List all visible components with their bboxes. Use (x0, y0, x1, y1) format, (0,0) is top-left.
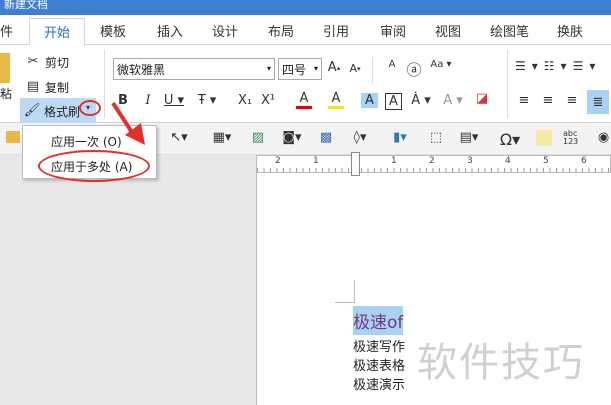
highlight-icon[interactable]: A (328, 91, 344, 109)
table-icon[interactable]: ▦▾ (210, 130, 234, 145)
annotation-arrow (111, 101, 145, 145)
tab-view[interactable]: 视图 (435, 21, 461, 40)
copy-icon: ▤ (26, 78, 40, 94)
horizontal-ruler[interactable]: 2 1 1 2 3 4 5 6 (256, 152, 611, 176)
char-scale-icon[interactable]: Aa ▾ (430, 59, 452, 70)
tab-review[interactable]: 审阅 (380, 21, 406, 40)
brush-icon: 🖌 (23, 102, 41, 118)
tab-template[interactable]: 模板 (100, 21, 126, 40)
cut-button[interactable]: 剪切 (45, 54, 69, 71)
ribbon-tabs: 件 开始 模板 插入 设计 布局 引用 审阅 视图 绘图笔 换肤 (0, 15, 611, 46)
paste-button[interactable]: 粘 (0, 85, 12, 102)
media-icon[interactable]: ▩ (318, 130, 334, 145)
ribbon: 粘 ✂ 剪切 ▤ 复制 🖌 格式刷 ▾ 微软雅黑 ▾ 四号 ▾ A ▴ A ▾ A ⓐ … (0, 45, 611, 123)
document-heading: 极速of (353, 306, 404, 335)
enclose-char-icon[interactable]: ⓐ (405, 59, 423, 80)
font-color-icon[interactable]: A (296, 91, 312, 109)
document-page[interactable]: 极速of 极速写作 极速表格 极速演示 软件技巧 (256, 162, 611, 405)
screenshot-icon[interactable]: ◙▾ (280, 130, 304, 145)
char-shading-icon[interactable]: A (361, 93, 378, 108)
doc-line: 极速演示 (353, 378, 406, 393)
align-center-icon[interactable]: ≡ (540, 93, 556, 108)
watermark: 软件技巧 (417, 340, 585, 386)
align-left-icon[interactable]: ≡ (516, 93, 532, 108)
tab-layout[interactable]: 布局 (268, 21, 294, 40)
subscript-icon[interactable]: X₁ (236, 93, 254, 108)
window-title: 新建文档 (4, 0, 48, 11)
tab-references[interactable]: 引用 (323, 21, 349, 40)
font-size-value: 四号 (282, 63, 307, 77)
font-size-select[interactable]: 四号 ▾ (278, 58, 322, 80)
doc-line: 极速表格 (353, 359, 406, 374)
underline-icon[interactable]: U ▾ (163, 93, 185, 108)
indent-marker[interactable] (351, 152, 360, 176)
tab-home[interactable]: 开始 (29, 18, 86, 46)
note-icon[interactable] (536, 130, 552, 146)
number-icon[interactable]: abc 123 (563, 130, 583, 146)
text-effect-icon[interactable]: A ▾ (441, 93, 465, 108)
select-icon[interactable]: ⬚ (428, 130, 444, 145)
shapes-icon[interactable]: ◊▾ (347, 130, 373, 145)
textbox-icon[interactable]: ▤▾ (457, 130, 481, 145)
format-painter-label: 格式刷 (44, 105, 81, 119)
tab-drawing-pen[interactable]: 绘图笔 (490, 21, 529, 40)
document-lines: 极速写作 极速表格 极速演示 (353, 338, 405, 395)
font-name-select[interactable]: 微软雅黑 ▾ (113, 58, 275, 80)
font-name-value: 微软雅黑 (117, 63, 166, 77)
char-border-icon[interactable]: A (385, 93, 402, 110)
tab-insert[interactable]: 插入 (157, 21, 183, 40)
folder-icon[interactable] (6, 131, 20, 143)
symbol-icon[interactable]: Ω▾ (496, 130, 524, 149)
emphasis-icon[interactable]: Ȧ ▾ (410, 93, 432, 108)
doc-line: 极速写作 (353, 340, 406, 355)
align-right-icon[interactable]: ≡ (564, 93, 580, 108)
tab-design[interactable]: 设计 (212, 21, 238, 40)
clear-format-icon[interactable]: ◪ (474, 91, 490, 106)
list-icons[interactable]: ☰▾☷▾☰▾ (515, 59, 611, 73)
superscript-icon[interactable]: X¹ (259, 93, 277, 108)
pointer-icon[interactable]: ↖▾ (168, 130, 190, 145)
picture-icon[interactable]: ▨ (250, 130, 266, 145)
eye-icon[interactable]: ◉ (596, 130, 611, 145)
phonetic-icon[interactable]: A (384, 59, 400, 70)
chart-icon[interactable]: ▮▾ (388, 130, 412, 145)
title-bar: 新建文档 (0, 0, 611, 15)
tab-skin[interactable]: 换肤 (557, 21, 583, 40)
shrink-font-icon[interactable]: A ▾ (347, 62, 363, 75)
strikethrough-icon[interactable]: Ŧ ▾ (196, 93, 218, 108)
paste-icon (0, 53, 10, 83)
scissors-icon: ✂ (27, 53, 39, 69)
tab-file[interactable]: 件 (0, 21, 13, 40)
copy-button[interactable]: 复制 (45, 79, 69, 96)
grow-font-icon[interactable]: A ▴ (326, 60, 342, 75)
justify-icon[interactable]: ≣ (587, 90, 609, 114)
